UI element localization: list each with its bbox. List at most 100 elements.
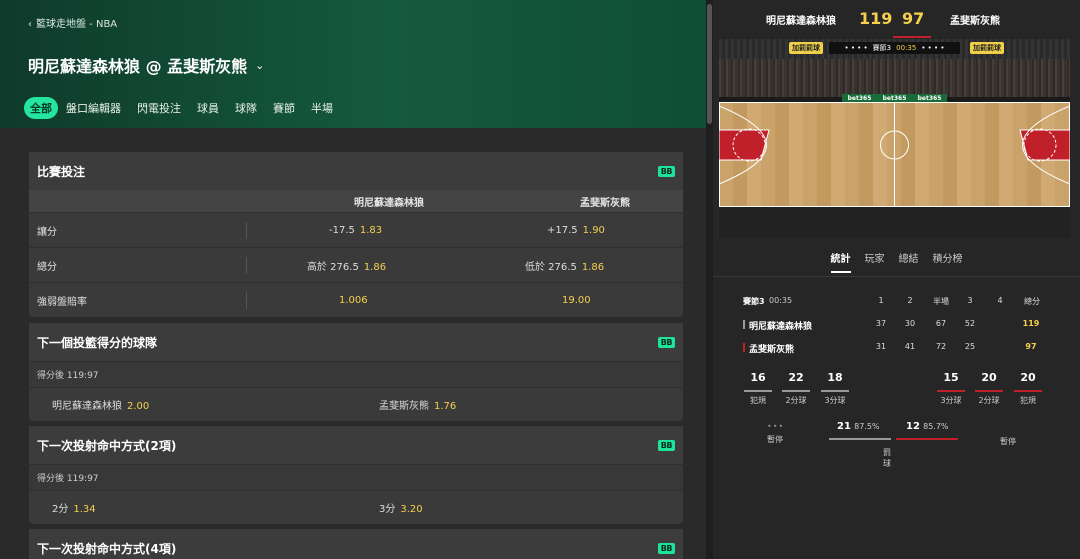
table-row: 明尼蘇達森林狼 37 30 67 52 119: [743, 319, 1053, 342]
match-title-row[interactable]: 明尼蘇達森林狼 @ 孟斐斯灰熊 ⌄: [28, 53, 264, 77]
score-q1: 37: [875, 319, 887, 328]
scrollbar-thumb[interactable]: [707, 4, 712, 124]
tab-half[interactable]: 半場: [303, 97, 341, 119]
market-subheader: 得分後 119:97: [29, 361, 683, 387]
tab-players[interactable]: 玩家: [858, 250, 892, 273]
tab-quarters[interactable]: 賽節: [265, 97, 303, 119]
tab-stats[interactable]: 統計: [824, 250, 858, 273]
market-row-selections: 明尼蘇達森林狼 2.00 孟斐斯灰熊 1.76: [29, 387, 683, 421]
chevron-down-icon: ⌄: [255, 58, 265, 72]
tab-players[interactable]: 球員: [189, 97, 227, 119]
bonus-badge-right: 加罰罰球: [970, 42, 1004, 54]
col-q4: 4: [997, 296, 1003, 305]
odds-under[interactable]: 低於 276.5 1.86: [525, 258, 604, 273]
app-root: ‹ 籃球走地盤 - NBA 明尼蘇達森林狼 @ 孟斐斯灰熊 ⌄ 全部 盤口編輯器 …: [0, 0, 1080, 559]
ft-team2: 12 85.7%: [906, 421, 949, 432]
market-header[interactable]: 下一個投籃得分的球隊 BB: [29, 323, 683, 361]
odds-team1-spread[interactable]: -17.5 1.83: [329, 225, 382, 236]
score-q1: 31: [875, 342, 887, 351]
stat-value: 18: [827, 371, 843, 384]
breadcrumb-label: 籃球走地盤 - NBA: [36, 19, 118, 30]
scoreboard: 明尼蘇達森林狼 119 97 孟斐斯灰熊: [713, 0, 1080, 38]
market-header[interactable]: 下一次投射命中方式(2項) BB: [29, 426, 683, 464]
court-footer: [719, 207, 1070, 238]
line-value: +17.5: [547, 224, 578, 236]
team-color-bar: [743, 343, 745, 352]
market-next-scoring-team: 下一個投籃得分的球隊 BB 得分後 119:97 明尼蘇達森林狼 2.00 孟斐斯…: [29, 323, 683, 421]
breadcrumb[interactable]: ‹ 籃球走地盤 - NBA: [28, 15, 117, 30]
stat-bar: [782, 390, 810, 392]
market-game-lines: 比賽投注 BB 明尼蘇達森林狼 孟斐斯灰熊 讓分 -17.5 1.83 +17.5…: [29, 152, 683, 317]
period-clock: • • • • 賽節3 00:35 • • • •: [829, 42, 960, 54]
row-label: 讓分: [37, 226, 57, 238]
stat-bar: [821, 390, 849, 392]
page-title: 明尼蘇達森林狼 @ 孟斐斯灰熊: [28, 57, 248, 76]
col-q2: 2: [907, 296, 913, 305]
divider: [246, 222, 247, 239]
scrollbar-track[interactable]: [706, 0, 713, 559]
sponsor-strip: bet365 bet365 bet365: [842, 94, 947, 102]
scoreboard-score1: 119: [859, 9, 893, 28]
score-half: 67: [935, 319, 947, 328]
market-title: 下一次投射命中方式(4項): [37, 541, 177, 556]
live-court: 加罰罰球 • • • • 賽節3 00:35 • • • • 加罰罰球 bet3…: [719, 39, 1070, 238]
timeout-label: 暫停: [767, 435, 783, 444]
odds-value: 1.86: [581, 261, 605, 273]
odds-value: 3.20: [400, 504, 423, 515]
timeout-label: 暫停: [1000, 437, 1016, 446]
score-q2: 30: [904, 319, 916, 328]
team-label: 孟斐斯灰熊: [749, 345, 795, 355]
team-name: 孟斐斯灰熊: [743, 342, 794, 355]
foul-dots: • • • •: [921, 44, 945, 52]
odds-value: 1.90: [582, 224, 605, 236]
clock: 00:35: [896, 44, 917, 52]
odds-over[interactable]: 高於 276.5 1.86: [307, 258, 386, 273]
stat-team2-3pt: 15 3分球: [937, 371, 965, 406]
odds-value: 2.00: [127, 401, 150, 412]
odds-team2-spread[interactable]: +17.5 1.90: [547, 225, 605, 236]
row-label: 強弱盤賠率: [37, 296, 87, 308]
selection-team1[interactable]: 明尼蘇達森林狼 2.00: [52, 397, 149, 412]
selection-label: 2分: [52, 504, 69, 515]
tab-summary[interactable]: 總結: [892, 250, 926, 273]
score-q2: 41: [904, 342, 916, 351]
court-floor: [719, 102, 1070, 207]
stat-team2-fouls: 20 犯規: [1014, 371, 1042, 406]
stat-bar: [1014, 390, 1042, 392]
market-tabs: 全部 盤口編輯器 閃電投注 球員 球隊 賽節 半場: [24, 97, 341, 119]
line-value: 低於 276.5: [525, 261, 577, 273]
ft-value: 21: [837, 421, 851, 432]
line-value: 高於 276.5: [307, 261, 359, 273]
tab-standings[interactable]: 積分榜: [926, 250, 970, 273]
divider: [246, 292, 247, 309]
selection-3pt[interactable]: 3分 3.20: [379, 500, 423, 515]
market-next-shot-4way: 下一次投射命中方式(4項) BB: [29, 529, 683, 559]
odds-team2-moneyline[interactable]: 19.00: [562, 295, 591, 306]
timeout-dots: •••: [767, 422, 785, 431]
col-q3: 3: [967, 296, 973, 305]
markets-panel: ‹ 籃球走地盤 - NBA 明尼蘇達森林狼 @ 孟斐斯灰熊 ⌄ 全部 盤口編輯器 …: [0, 0, 706, 559]
bet-builder-badge: BB: [657, 542, 675, 554]
column-team1: 明尼蘇達森林狼: [354, 197, 424, 209]
selection-2pt[interactable]: 2分 1.34: [52, 500, 96, 515]
team-label: 明尼蘇達森林狼: [749, 322, 813, 332]
scoreboard-team1: 明尼蘇達森林狼: [766, 16, 836, 27]
team2-timeouts: 暫停: [1000, 436, 1016, 447]
stat-value: 16: [750, 371, 766, 384]
stat-team2-2pt: 20 2分球: [975, 371, 1003, 406]
market-header[interactable]: 比賽投注 BB: [29, 152, 683, 190]
tab-teams[interactable]: 球隊: [227, 97, 265, 119]
tab-flash-bet[interactable]: 閃電投注: [129, 97, 189, 119]
tab-all[interactable]: 全部: [24, 97, 58, 119]
tab-bet-builder[interactable]: 盤口編輯器: [58, 97, 129, 119]
selection-team2[interactable]: 孟斐斯灰熊 1.76: [379, 397, 456, 412]
odds-team1-moneyline[interactable]: 1.006: [339, 295, 368, 306]
court-lines: [719, 102, 1070, 207]
selection-label: 孟斐斯灰熊: [379, 401, 429, 412]
odds-value: 1.76: [434, 401, 457, 412]
odds-value: 1.34: [73, 504, 96, 515]
market-header[interactable]: 下一次投射命中方式(4項) BB: [29, 529, 683, 559]
score-q3: 25: [964, 342, 976, 351]
ft-pct: 85.7%: [923, 422, 949, 431]
table-header: 賽節3 00:35 1 2 半場 3 4 總分: [743, 296, 1053, 319]
